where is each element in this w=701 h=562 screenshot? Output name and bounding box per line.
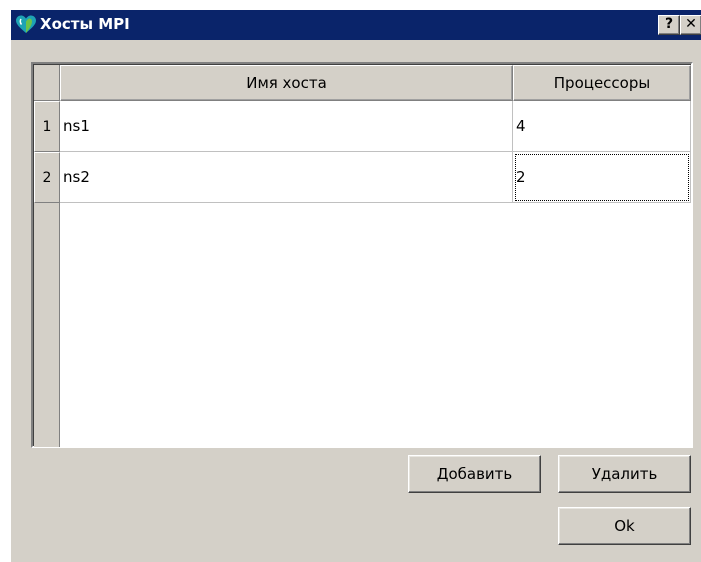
cell-host-name[interactable]: ns1	[60, 101, 513, 152]
delete-button[interactable]: Удалить	[558, 455, 691, 493]
table-body: Имя хоста Процессоры 1 2 ns1 4 ns2 2	[33, 64, 691, 447]
row-header[interactable]: 2	[34, 152, 60, 203]
window-title: Хосты MPI	[40, 15, 130, 33]
hosts-table: Имя хоста Процессоры 1 2 ns1 4 ns2 2	[31, 62, 693, 448]
close-button[interactable]: ✕	[680, 15, 701, 35]
table-data-area[interactable]: ns1 4 ns2 2	[60, 101, 691, 447]
table-corner[interactable]	[34, 65, 60, 101]
row-header[interactable]: 1	[34, 101, 60, 152]
help-button[interactable]: ?	[658, 15, 680, 35]
title-bar[interactable]: Хосты MPI ? ✕	[11, 10, 701, 40]
add-button[interactable]: Добавить	[408, 455, 541, 493]
row-header-empty-area	[34, 203, 60, 447]
cell-host-name[interactable]: ns2	[60, 152, 513, 203]
app-heart-icon	[15, 14, 37, 36]
ok-button[interactable]: Ok	[558, 507, 691, 545]
cell-processors[interactable]: 4	[513, 101, 691, 152]
mpi-hosts-dialog: Хосты MPI ? ✕ Имя хоста Процессоры 1 2 n…	[10, 9, 701, 562]
cell-processors[interactable]: 2	[513, 152, 691, 203]
close-icon: ✕	[685, 16, 697, 32]
column-header-processors[interactable]: Процессоры	[513, 65, 691, 101]
column-header-host-name[interactable]: Имя хоста	[60, 65, 513, 101]
